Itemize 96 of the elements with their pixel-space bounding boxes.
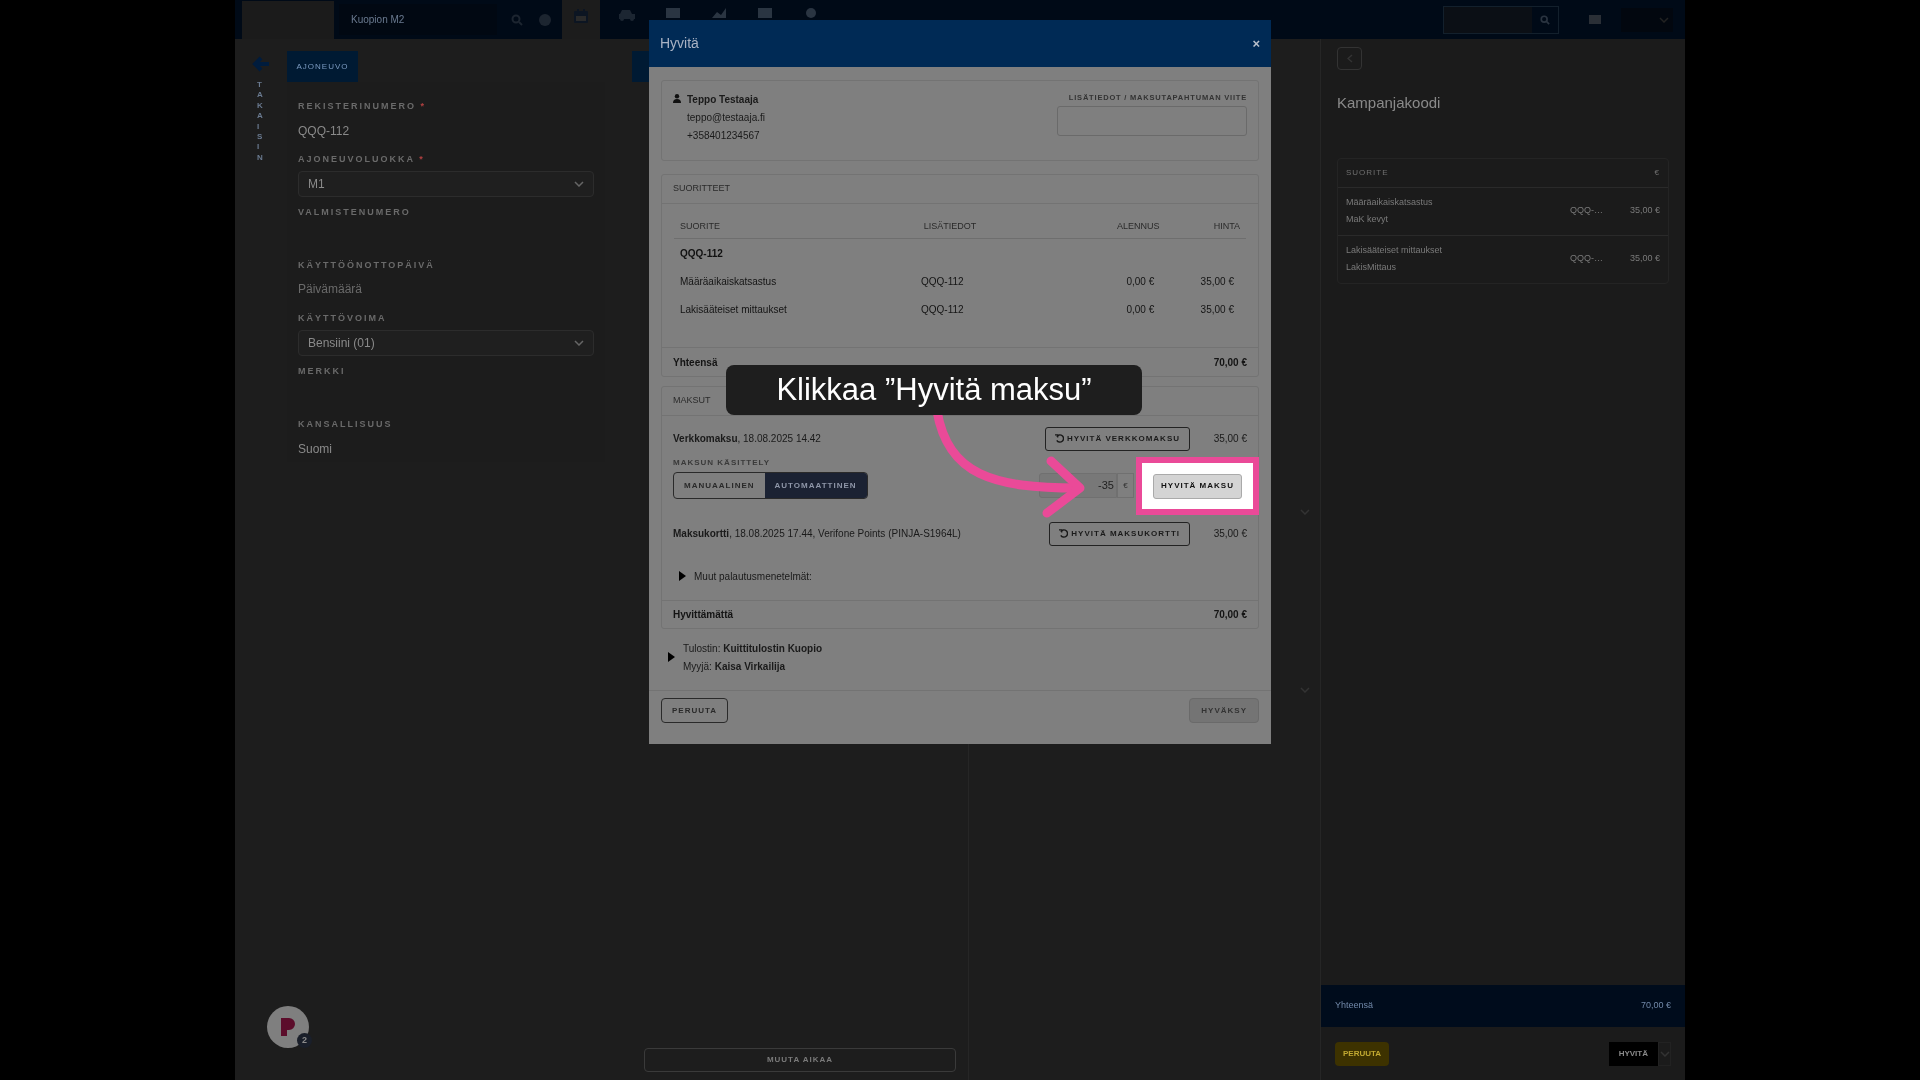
expand-caret-icon[interactable]: [679, 571, 686, 581]
payment-amount: 35,00 €: [1212, 527, 1247, 541]
column-header: HINTA: [1212, 220, 1240, 234]
chart-icon: [712, 8, 726, 18]
field-label: VALMISTENUMERO: [298, 206, 412, 219]
chevron-down-icon: [1659, 1050, 1670, 1057]
seller-text: Myyjä: Kaisa Virkailija: [683, 659, 787, 674]
expand-caret-icon[interactable]: [668, 652, 675, 662]
car-icon: [617, 8, 637, 22]
service-code: LakisMittaus: [1346, 261, 1398, 274]
table-cell-text: QQQ-112: [921, 274, 965, 289]
remaining-label: Hyvittämättä: [673, 608, 734, 622]
location-field[interactable]: Kuopion M2: [339, 4, 497, 35]
card-header: SUORITTEET: [662, 175, 1258, 204]
table-cell-text: 35,00 €: [1199, 302, 1235, 317]
segment-option[interactable]: MANUAALINEN: [674, 473, 765, 498]
date-field[interactable]: Päivämäärä: [298, 276, 594, 301]
column-header: €: [1654, 166, 1660, 179]
chevron-down-icon: [1659, 16, 1669, 23]
calendar-icon: [573, 8, 589, 24]
customer-name: Teppo Testaaja: [687, 93, 760, 107]
field-value: QQQ-112: [298, 122, 351, 140]
field-label: AJONEUVOLUOKKA *: [298, 153, 426, 166]
back-arrow-icon[interactable]: [252, 56, 270, 72]
service-name: Lakisääteiset mittaukset: [1346, 243, 1444, 257]
search-icon: [1540, 14, 1550, 25]
back-label[interactable]: TAKAISIN: [257, 80, 265, 164]
table-cell-text: QQQ-…: [1570, 252, 1604, 266]
service-name: Määräaikaiskatsastus: [1346, 195, 1434, 209]
logo-area[interactable]: [242, 0, 334, 39]
field-value: Suomi: [298, 440, 333, 458]
chevron-left-icon: [1346, 54, 1353, 63]
select-field[interactable]: M1: [298, 170, 594, 197]
person-icon: [673, 94, 681, 103]
column-header: ALENNUS: [1115, 220, 1160, 234]
refund-button[interactable]: HYVITÄ: [1608, 1041, 1658, 1066]
column-header: SUORITE: [680, 220, 721, 234]
field-label: MAKSUN KÄSITTELY: [673, 457, 772, 469]
customer-phone: +358401234567: [687, 129, 761, 143]
search-button[interactable]: [1532, 6, 1558, 33]
remaining-value: 70,00 €: [1213, 608, 1247, 622]
change-time-button[interactable]: MUUTA AIKAA: [644, 1048, 956, 1072]
nav-tab[interactable]: [562, 0, 600, 39]
table-cell-text: 35,00 €: [1199, 274, 1235, 289]
dialog-title: Hyvitä: [660, 34, 699, 53]
table-cell-text: Lakisääteiset mittaukset: [680, 302, 788, 317]
price-cell-text: 35,00 €: [1628, 252, 1660, 266]
callout-tooltip: Klikkaa ”Hyvitä maksu”: [726, 365, 1142, 415]
back-button[interactable]: [1337, 47, 1362, 70]
refund-amount-button[interactable]: HYVITÄ MAKSU: [1153, 473, 1242, 499]
total-value: 70,00 €: [1640, 999, 1671, 1013]
currency-addon: €: [1117, 473, 1134, 498]
column-header: SUORITE: [1346, 166, 1390, 179]
card-icon: [758, 8, 772, 18]
field-label: KÄYTTÖÖNOTTOPÄIVÄ: [298, 259, 436, 272]
segment-option[interactable]: AUTOMAATTINEN: [764, 473, 867, 498]
field-label: MERKKI: [298, 365, 347, 378]
total-label: Yhteensä: [1335, 999, 1374, 1013]
refund-payment-button[interactable]: HYVITÄ VERKKOMAKSU: [1044, 426, 1190, 451]
field-label: KÄYTTÖVOIMA: [298, 312, 388, 325]
printer-text: Tulostin: Kuittitulostin Kuopio: [683, 641, 823, 656]
box-icon: [666, 8, 680, 18]
table-cell-text: 0,00 €: [1125, 274, 1155, 289]
payment-text: Maksukortti, 18.08.2025 17.44, Verifone Points (PINJA-S1964L): [673, 527, 962, 541]
chevron-down-icon: [574, 180, 584, 187]
total-label: Yhteensä: [673, 355, 718, 370]
payment-text: Verkkomaksu, 18.08.2025 14.42: [673, 432, 822, 446]
group-heading: QQQ-112: [680, 246, 724, 261]
panel-title: Kampanjakoodi: [1337, 93, 1442, 113]
total-value: 70,00 €: [1213, 355, 1247, 370]
cancel-button[interactable]: PERUUTA: [1335, 1041, 1390, 1066]
cancel-button[interactable]: PERUUTA: [661, 698, 729, 723]
table-cell-text: 0,00 €: [1125, 302, 1155, 317]
search-field[interactable]: [1443, 5, 1559, 34]
table-cell-text: QQQ-112: [921, 302, 965, 317]
undo-icon: [1054, 434, 1064, 443]
undo-icon: [1059, 529, 1069, 538]
table-cell-text: QQQ-…: [1570, 204, 1604, 218]
logo-icon: [279, 1016, 297, 1038]
field-label: REKISTERINUMERO *: [298, 100, 428, 113]
table-cell-text: Määräaikaiskatsastus: [680, 274, 778, 289]
chevron-down-icon: [574, 339, 584, 346]
select-field[interactable]: Bensiini (01): [298, 329, 594, 356]
customer-email: teppo@testaaja.fi: [687, 111, 765, 125]
other-methods-label[interactable]: Muut palautusmenetelmät:: [694, 568, 812, 584]
section-tab[interactable]: AJONEUVO: [287, 51, 358, 82]
field-label: KANSALLISUUS: [298, 418, 394, 431]
user-menu[interactable]: [1621, 7, 1673, 32]
close-button[interactable]: ×: [1252, 37, 1260, 50]
dropdown-button[interactable]: [1658, 1041, 1671, 1066]
search-icon[interactable]: [511, 13, 523, 26]
service-code: MaK kevyt: [1346, 213, 1389, 226]
refund-payment-button[interactable]: HYVITÄ MAKSUKORTTI: [1049, 521, 1190, 546]
payment-amount: 35,00 €: [1212, 432, 1247, 446]
price-cell-text: 35,00 €: [1628, 204, 1660, 218]
column-header: LISÄTIEDOT: [923, 220, 978, 234]
